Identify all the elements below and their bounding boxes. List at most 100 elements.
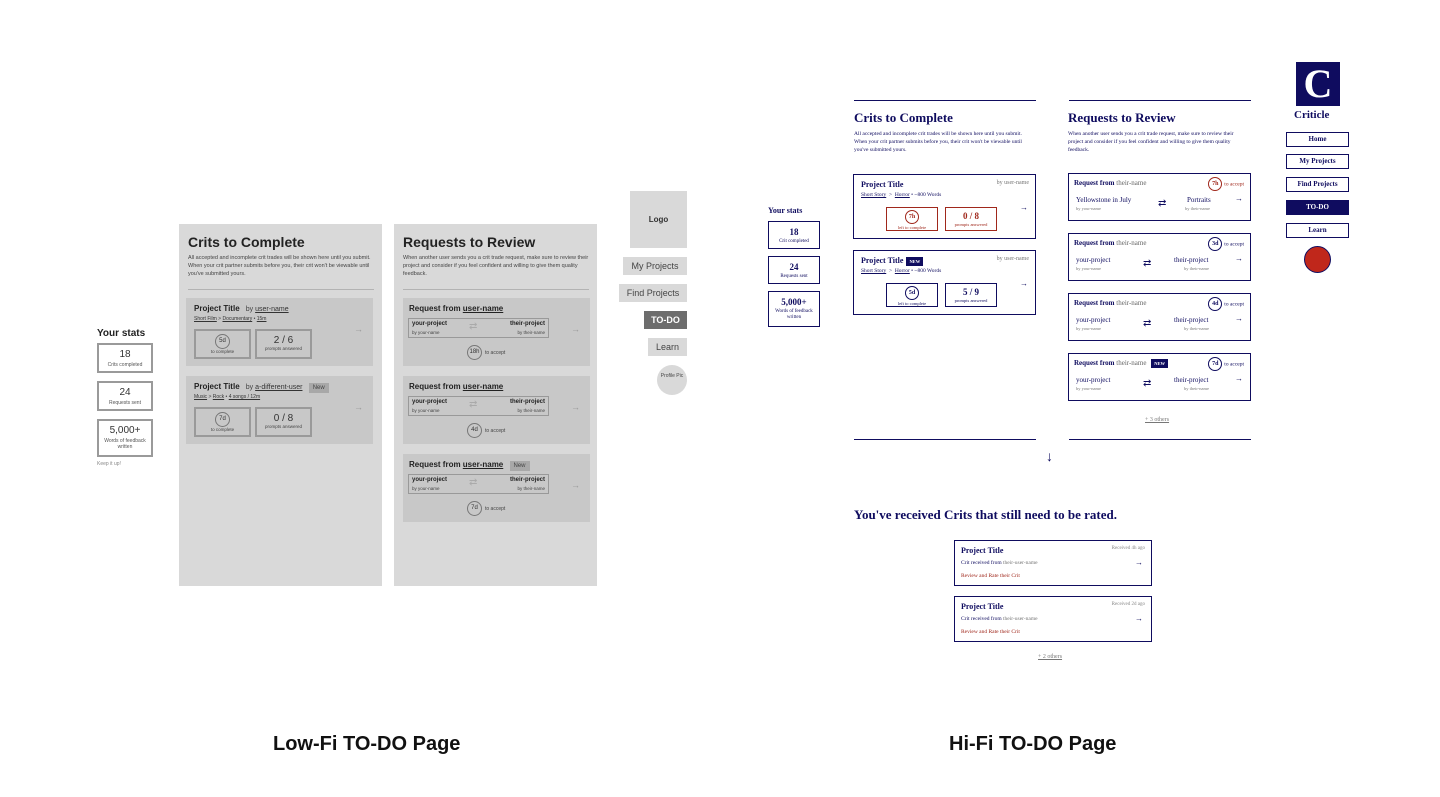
arrow-right-icon[interactable]: → xyxy=(354,402,363,412)
genre-link[interactable]: Short Story xyxy=(861,268,886,274)
received-crit-card[interactable]: Project Title Received 2d ago Crit recei… xyxy=(954,596,1152,642)
prompts-label: prompts answered xyxy=(954,222,988,227)
time-circle: 4d xyxy=(1208,297,1223,311)
arrow-right-icon[interactable]: → xyxy=(354,324,363,334)
arrow-right-icon[interactable]: → xyxy=(1235,314,1243,323)
swap-icon: ⇄ xyxy=(469,477,478,488)
their-name: by their-name xyxy=(1184,386,1210,391)
subgenre-link[interactable]: Horror xyxy=(895,192,910,198)
time-left-box: 5d to complete xyxy=(194,329,251,359)
word-count: ~800 Words xyxy=(914,192,942,198)
prompts-count: 5 / 9 xyxy=(962,287,979,297)
arrow-right-icon[interactable]: → xyxy=(1235,254,1243,263)
request-from-text: Request from xyxy=(1074,299,1115,307)
user-link[interactable]: user-name xyxy=(255,306,288,313)
nav-find-projects[interactable]: Find Projects xyxy=(619,284,687,302)
request-card[interactable]: Request from user-name your-project by y… xyxy=(403,376,590,444)
hifi-requests-desc: When another user sends you a crit trade… xyxy=(1068,131,1234,153)
arrow-right-icon[interactable]: → xyxy=(571,480,580,490)
your-name: by your-name xyxy=(412,330,440,335)
review-rate-link[interactable]: Review and Rate their Crit xyxy=(961,629,1020,635)
hifi-nav-find-projects[interactable]: Find Projects xyxy=(1286,177,1349,192)
time-label: to complete xyxy=(210,349,235,354)
arrow-down-icon[interactable]: ↓ xyxy=(1046,450,1053,466)
accept-timer: 4d to accept xyxy=(1208,297,1244,311)
swap-icon: ⇄ xyxy=(1143,258,1152,269)
stat-label: Crits completed xyxy=(107,362,143,368)
project-title: Project Title xyxy=(961,546,1004,555)
critic-name: their-user-name xyxy=(1003,616,1038,622)
hifi-caption: Hi-Fi TO-DO Page xyxy=(949,733,1117,755)
lowfi-logo[interactable]: Logo xyxy=(630,191,687,248)
nav-my-projects[interactable]: My Projects xyxy=(623,257,687,275)
received-crit-card[interactable]: Project Title Received 4h ago Crit recei… xyxy=(954,540,1152,586)
requester-name: their-name xyxy=(1116,359,1147,368)
their-name: by their-name xyxy=(1184,266,1210,271)
crit-card[interactable]: Project Title by user-name Short Film > … xyxy=(186,298,373,366)
prompts-box: 5 / 9 prompts answered xyxy=(945,283,997,307)
more-rated-link[interactable]: + 2 others xyxy=(1038,654,1062,660)
request-from-text: Request from xyxy=(409,460,461,469)
stat-label: Requests sent xyxy=(109,400,141,406)
arrow-right-icon[interactable]: → xyxy=(1135,558,1143,567)
request-card[interactable]: Request from user-name your-project by y… xyxy=(403,298,590,366)
user-link[interactable]: user-name xyxy=(463,304,503,313)
arrow-right-icon[interactable]: → xyxy=(1020,279,1028,288)
genre-link[interactable]: Music xyxy=(194,394,207,400)
request-card[interactable]: Request from user-name New your-project … xyxy=(403,454,590,522)
requester-name: their-name xyxy=(1116,299,1147,307)
nav-todo[interactable]: TO-DO xyxy=(644,311,687,329)
profile-avatar[interactable] xyxy=(1304,246,1331,273)
stat-value: 18 xyxy=(119,349,131,360)
hifi-nav-my-projects[interactable]: My Projects xyxy=(1286,154,1349,169)
your-project: your-project xyxy=(1076,256,1111,264)
time-label: left to complete xyxy=(897,225,927,230)
genre-link[interactable]: Short Film xyxy=(194,316,217,322)
received-from-text: Crit received from xyxy=(961,560,1002,566)
hifi-crit-card[interactable]: Project Title by user-name Short Story >… xyxy=(853,174,1036,239)
stat-value: 5,000+ xyxy=(109,425,141,436)
ornament-rule xyxy=(854,100,1036,101)
crit-card[interactable]: Project Title by a-different-user New Mu… xyxy=(186,376,373,444)
panel-title: Crits to Complete xyxy=(188,234,305,250)
panel-title: Requests to Review xyxy=(403,234,536,250)
hifi-nav-learn[interactable]: Learn xyxy=(1286,223,1349,238)
subgenre-link[interactable]: Rock xyxy=(213,394,224,400)
hifi-request-card[interactable]: Request from their-name 4d to accept your… xyxy=(1068,293,1251,341)
rated-section-title: You've received Crits that still need to… xyxy=(854,507,1117,522)
your-name: by your-name xyxy=(1076,266,1102,271)
prompts-box: 0 / 8 prompts answered xyxy=(255,407,312,437)
arrow-right-icon[interactable]: → xyxy=(1235,194,1243,203)
hifi-crit-card[interactable]: Project Title NEW by user-name Short Stor… xyxy=(853,250,1036,315)
nav-learn[interactable]: Learn xyxy=(648,338,687,356)
arrow-right-icon[interactable]: → xyxy=(571,324,580,334)
hifi-request-card[interactable]: Request from their-name 3d to accept your… xyxy=(1068,233,1251,281)
hifi-nav-home[interactable]: Home xyxy=(1286,132,1349,147)
hifi-request-card[interactable]: Request from their-name NEW 7d to accept … xyxy=(1068,353,1251,401)
hifi-request-card[interactable]: Request from their-name 7h to accept Yell… xyxy=(1068,173,1251,221)
user-link[interactable]: user-name xyxy=(463,460,503,469)
arrow-right-icon[interactable]: → xyxy=(1135,614,1143,623)
time-circle: 3d xyxy=(1208,237,1223,251)
arrow-right-icon[interactable]: → xyxy=(1235,374,1243,383)
user-link[interactable]: a-different-user xyxy=(255,384,302,391)
their-project: Portraits xyxy=(1187,196,1211,204)
time-circle: 5d xyxy=(215,334,230,349)
panel-description: All accepted and incomplete crit trades … xyxy=(188,255,371,277)
arrow-right-icon[interactable]: → xyxy=(571,402,580,412)
criticle-logo[interactable]: C xyxy=(1296,62,1340,106)
profile-pic[interactable]: Profile Pic xyxy=(657,365,687,395)
more-requests-link[interactable]: + 3 others xyxy=(1145,417,1169,423)
subgenre-link[interactable]: Horror xyxy=(895,268,910,274)
review-rate-link[interactable]: Review and Rate their Crit xyxy=(961,573,1020,579)
subgenre-link[interactable]: Documentary xyxy=(222,316,252,322)
ornament-rule xyxy=(1069,100,1251,101)
by-user: by user-name xyxy=(996,180,1029,186)
arrow-right-icon[interactable]: → xyxy=(1020,203,1028,212)
lowfi-requests-panel: Requests to Review When another user sen… xyxy=(394,224,597,586)
user-link[interactable]: user-name xyxy=(463,382,503,391)
hifi-nav-todo[interactable]: TO-DO xyxy=(1286,200,1349,215)
prompts-label: prompts answered xyxy=(954,298,988,303)
genre-link[interactable]: Short Story xyxy=(861,192,886,198)
prompts-count: 2 / 6 xyxy=(273,335,294,346)
